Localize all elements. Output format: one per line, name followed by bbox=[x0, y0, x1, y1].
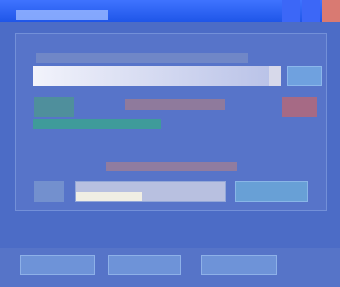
footer-button-1[interactable] bbox=[20, 255, 95, 275]
status-text bbox=[125, 99, 225, 110]
status-icon bbox=[34, 97, 74, 117]
field-icon bbox=[34, 181, 64, 202]
progress-fill bbox=[33, 66, 269, 86]
status-badge bbox=[282, 97, 317, 117]
close-icon[interactable] bbox=[322, 0, 340, 22]
center-label bbox=[106, 162, 237, 171]
window-title bbox=[16, 10, 108, 20]
title-bar bbox=[0, 0, 340, 22]
footer-button-2[interactable] bbox=[108, 255, 181, 275]
progress-bar bbox=[33, 66, 281, 86]
input-selection bbox=[76, 192, 142, 201]
footer bbox=[0, 248, 340, 287]
minimize-icon[interactable] bbox=[282, 0, 300, 22]
text-input[interactable] bbox=[75, 181, 226, 202]
footer-button-3[interactable] bbox=[201, 255, 277, 275]
browse-button[interactable] bbox=[287, 66, 322, 86]
window-controls bbox=[282, 0, 340, 22]
maximize-icon[interactable] bbox=[302, 0, 320, 22]
combo-button[interactable] bbox=[235, 181, 308, 202]
dialog-panel bbox=[15, 33, 327, 211]
secondary-progress bbox=[33, 119, 161, 129]
section-label bbox=[36, 53, 248, 63]
